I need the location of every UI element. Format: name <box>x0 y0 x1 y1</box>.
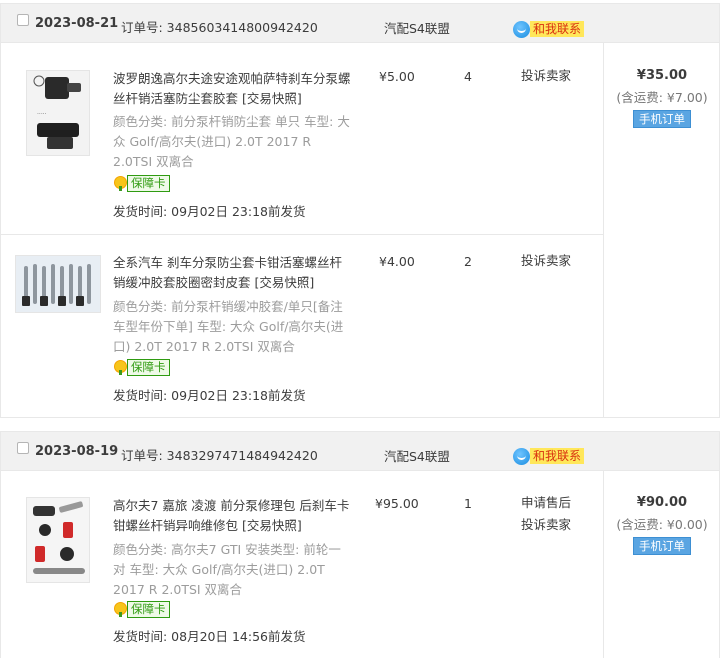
contact-seller-label: 和我联系 <box>530 448 585 464</box>
product-title: 波罗朗逸高尔夫途安途观帕萨特刹车分泵螺丝杆销活塞防尘套胶套 <box>113 71 351 106</box>
complain-seller-link[interactable]: 投诉卖家 <box>521 250 571 272</box>
caliper-pins-image <box>16 256 100 312</box>
flower-icon <box>113 360 128 375</box>
flower-icon <box>113 602 128 617</box>
product-title-link[interactable]: 波罗朗逸高尔夫途安途观帕萨特刹车分泵螺丝杆销活塞防尘套胶套 [交易快照] <box>113 69 353 109</box>
guarantee-card-badge[interactable]: 保障卡 <box>113 175 170 192</box>
order-select-checkbox[interactable] <box>17 14 29 26</box>
contact-seller-button[interactable]: 和我联系 <box>513 447 585 465</box>
product-sku: 颜色分类: 高尔夫7 GTI 安装类型: 前轮一对 车型: 大众 Golf/高尔… <box>113 542 341 597</box>
flower-icon <box>113 176 128 191</box>
order-header: 2023-08-21 订单号: 3485603414800942420 汽配S4… <box>0 3 720 43</box>
order-total: ¥35.00 <box>636 68 688 83</box>
product-sku: 颜色分类: 前分泵杆销防尘套 单只 车型: 大众 Golf/高尔夫(进口) 2.… <box>113 114 350 169</box>
guarantee-card-badge[interactable]: 保障卡 <box>113 601 170 618</box>
guarantee-card-badge[interactable]: 保障卡 <box>113 359 170 376</box>
product-thumbnail[interactable] <box>15 255 101 313</box>
chat-bubble-icon <box>513 20 530 38</box>
product-title: 高尔夫7 嘉旅 凌渡 前分泵修理包 后刹车卡钳螺丝杆销异响维修包 <box>113 498 350 533</box>
complain-seller-link[interactable]: 投诉卖家 <box>521 514 571 536</box>
order-total-cell: ¥35.00 (含运费: ¥7.00) 手机订单 <box>604 68 720 128</box>
chat-bubble-icon <box>513 447 530 465</box>
shipping-fee: (含运费: ¥7.00) <box>616 90 708 105</box>
order-header: 2023-08-19 订单号: 3483297471484942420 汽配S4… <box>0 431 720 471</box>
item-quantity: 2 <box>464 254 472 269</box>
order-date: 2023-08-19 <box>35 444 119 459</box>
ship-time: 发货时间: 09月02日 23:18前发货 <box>113 204 306 219</box>
item-price: ¥4.00 <box>379 254 415 269</box>
ship-time: 发货时间: 08月20日 14:56前发货 <box>113 629 306 644</box>
brake-pin-boot-image: ····· <box>27 71 89 155</box>
order-date: 2023-08-21 <box>35 16 119 31</box>
order-total-cell: ¥90.00 (含运费: ¥0.00) 手机订单 <box>604 495 720 555</box>
repair-kit-image <box>27 498 89 582</box>
product-sku: 颜色分类: 前分泵杆销缓冲胶套/单只[备注车型年份下单] 车型: 大众 Golf… <box>113 299 344 354</box>
guarantee-card-label: 保障卡 <box>127 601 170 618</box>
item-divider <box>0 234 603 235</box>
guarantee-card-label: 保障卡 <box>127 359 170 376</box>
item-price: ¥5.00 <box>379 69 415 84</box>
contact-seller-label: 和我联系 <box>530 21 585 37</box>
item-quantity: 4 <box>464 69 472 84</box>
mobile-order-tag[interactable]: 手机订单 <box>633 110 691 128</box>
item-price: ¥95.00 <box>375 496 419 511</box>
order-number: 订单号: 3483297471484942420 <box>121 448 318 463</box>
apply-after-sales-link[interactable]: 申请售后 <box>521 492 571 514</box>
trade-snapshot-link[interactable]: [交易快照] <box>255 275 315 290</box>
shipping-fee: (含运费: ¥0.00) <box>616 517 708 532</box>
svg-text:·····: ····· <box>37 111 47 118</box>
shop-name-link[interactable]: 汽配S4联盟 <box>384 18 450 37</box>
trade-snapshot-link[interactable]: [交易快照] <box>242 518 302 533</box>
ship-time: 发货时间: 09月02日 23:18前发货 <box>113 388 306 403</box>
complain-seller-link[interactable]: 投诉卖家 <box>521 65 571 87</box>
item-quantity: 1 <box>464 496 472 511</box>
product-thumbnail[interactable] <box>26 497 90 583</box>
product-title-link[interactable]: 高尔夫7 嘉旅 凌渡 前分泵修理包 后刹车卡钳螺丝杆销异响维修包 [交易快照] <box>113 496 353 536</box>
product-title-link[interactable]: 全系汽车 刹车分泵防尘套卡钳活塞螺丝杆销缓冲胶套胶圈密封皮套 [交易快照] <box>113 253 353 293</box>
product-thumbnail[interactable]: ····· <box>26 70 90 156</box>
order-total: ¥90.00 <box>636 495 688 510</box>
mobile-order-tag[interactable]: 手机订单 <box>633 537 691 555</box>
order-select-checkbox[interactable] <box>17 442 29 454</box>
order-number: 订单号: 3485603414800942420 <box>121 20 318 35</box>
contact-seller-button[interactable]: 和我联系 <box>513 20 585 38</box>
trade-snapshot-link[interactable]: [交易快照] <box>242 91 302 106</box>
shop-name-link[interactable]: 汽配S4联盟 <box>384 446 450 465</box>
guarantee-card-label: 保障卡 <box>127 175 170 192</box>
